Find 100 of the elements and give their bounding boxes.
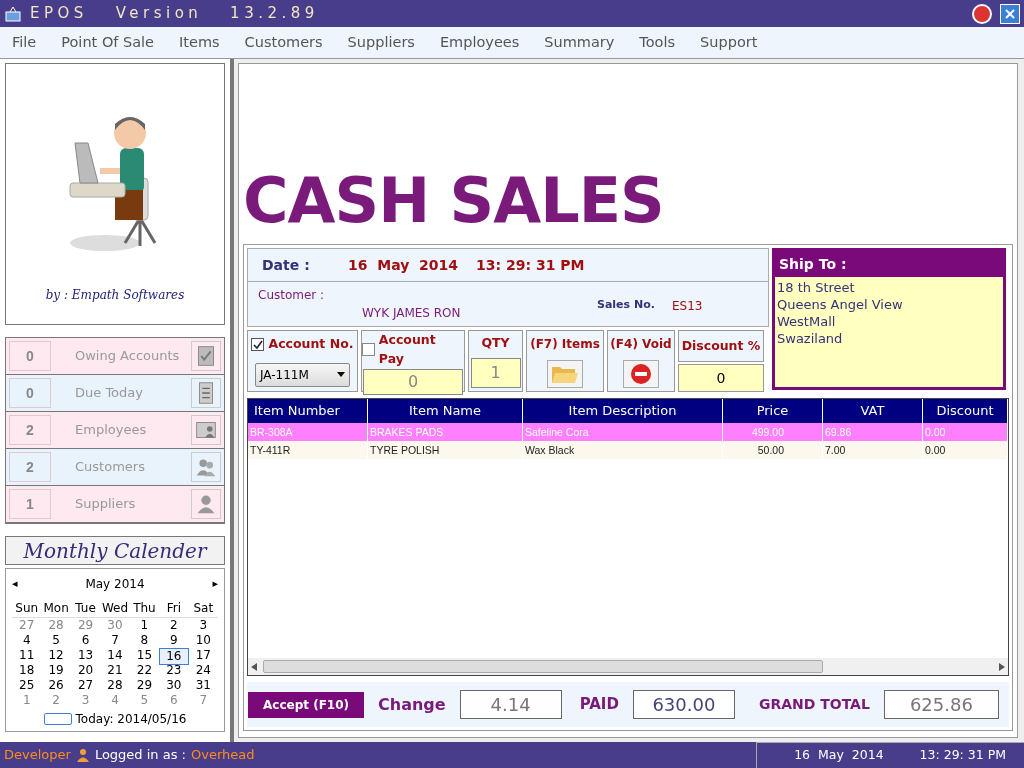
calendar-day[interactable]: 19	[41, 663, 71, 678]
weekday-label: Tue	[74, 600, 97, 617]
table-cell: 0.00	[923, 441, 1008, 459]
stat-count: 0	[9, 378, 51, 408]
status-time: 13: 29: 31 PM	[919, 746, 1006, 765]
time-value: 13: 29: 31 PM	[476, 255, 585, 275]
calendar-day[interactable]: 1	[12, 693, 42, 708]
logged-in-label: Logged in as :	[94, 746, 186, 765]
calendar-day[interactable]: 18	[12, 663, 42, 678]
calendar-day[interactable]: 8	[129, 633, 160, 648]
calendar-day[interactable]: 15	[129, 648, 160, 665]
table-cell: Wax Black	[523, 441, 723, 459]
calendar-day[interactable]: 30	[159, 678, 189, 693]
calendar-day[interactable]: 3	[70, 693, 101, 708]
calendar-day[interactable]: 4	[12, 633, 42, 648]
calendar-day[interactable]: 27	[12, 618, 42, 633]
discount-label: Discount %	[678, 330, 764, 362]
calendar-day[interactable]: 21	[100, 663, 130, 678]
stat-count: 1	[9, 489, 51, 519]
calendar-day[interactable]: 7	[100, 633, 130, 648]
role-text: Developer	[4, 746, 71, 765]
calendar-day[interactable]: 29	[70, 618, 101, 633]
account-pay-field[interactable]: 0	[363, 368, 463, 395]
previous-month-button[interactable]: ◂	[12, 575, 18, 593]
sales-number: ES13	[672, 298, 703, 315]
account-number-label: Account No.	[268, 335, 354, 354]
calendar-day[interactable]: 11	[12, 648, 42, 665]
calendar-title: Monthly Calender	[5, 536, 225, 565]
grand-total-field: 625.86	[883, 690, 999, 719]
customer-label: Customer :	[258, 287, 325, 304]
calendar-day[interactable]: 22	[129, 663, 160, 678]
calendar-day[interactable]: 23	[159, 663, 189, 678]
calendar-day[interactable]: 28	[41, 618, 71, 633]
qty-field[interactable]: 1	[470, 358, 521, 389]
void-label: (F4) Void	[610, 335, 672, 353]
calendar-day[interactable]: 3	[188, 618, 218, 633]
address-line: WestMall	[777, 313, 837, 330]
account-pay-label: Account Pay	[378, 331, 437, 368]
menu-item[interactable]: Employees	[434, 31, 525, 54]
menu-item[interactable]: Items	[174, 31, 225, 54]
calendar-day[interactable]: 12	[41, 648, 71, 665]
credit-text: by : Empath Softwares	[45, 287, 185, 304]
stat-label: Due Today	[74, 384, 144, 403]
calendar-day[interactable]: 27	[70, 678, 101, 693]
change-label: Change	[378, 693, 446, 716]
menu-item[interactable]: Support	[695, 31, 763, 54]
menu-item[interactable]: Point Of Sale	[56, 31, 160, 54]
calendar-day[interactable]: 31	[188, 678, 218, 693]
table-cell: 50.00	[723, 441, 823, 459]
discount-field[interactable]: 0	[678, 364, 764, 392]
account-number-dropdown[interactable]: JA-111M	[255, 362, 350, 387]
calendar-day[interactable]: 4	[100, 693, 130, 708]
stat-count: 2	[9, 452, 51, 482]
calendar-day[interactable]: 5	[41, 633, 71, 648]
calendar-day[interactable]: 25	[12, 678, 42, 693]
calendar-day[interactable]: 7	[188, 693, 218, 708]
calendar-day[interactable]: 10	[188, 633, 218, 648]
calendar-day[interactable]: 20	[70, 663, 101, 678]
paid-field[interactable]: 630.00	[632, 690, 735, 719]
weekday-label: Thu	[132, 600, 157, 617]
date-value: 16 May 2014	[348, 255, 460, 275]
calendar-day[interactable]: 9	[159, 633, 189, 648]
sales-number-label: Sales No.	[597, 297, 655, 313]
menu-item[interactable]: Customers	[239, 31, 328, 54]
next-month-button[interactable]: ▸	[212, 575, 218, 593]
status-date: 16 May 2014	[794, 746, 884, 765]
calendar-day[interactable]: 17	[188, 648, 218, 665]
calendar-day[interactable]: 16	[159, 648, 189, 665]
calendar-day[interactable]: 24	[188, 663, 218, 678]
calendar-day[interactable]: 2	[41, 693, 71, 708]
weekday-label: Mon	[42, 600, 70, 617]
menu-item[interactable]: Summary	[539, 31, 620, 54]
calendar-day[interactable]: 14	[100, 648, 130, 665]
menu-item[interactable]: Suppliers	[342, 31, 420, 54]
accept-button[interactable]: Accept (F10)	[248, 691, 364, 718]
stat-label: Owing Accounts	[74, 347, 181, 366]
today-link[interactable]: Today: 2014/05/16	[75, 710, 187, 728]
calendar-day[interactable]: 28	[100, 678, 130, 693]
menu-item[interactable]: Tools	[634, 31, 681, 54]
table-row[interactable]: TY-411R TYRE POLISH Wax Black 50.00 7.00 0.00	[248, 441, 1008, 459]
calendar-day[interactable]: 30	[100, 618, 130, 633]
calendar-day[interactable]: 13	[70, 648, 101, 665]
month-label: May 2014	[85, 576, 145, 593]
calendar-day[interactable]: 6	[70, 633, 101, 648]
stat-count: 2	[9, 415, 51, 445]
customer-name: WYK JAMES RON	[362, 305, 461, 322]
weekday-label: Sat	[192, 600, 215, 617]
calendar-day[interactable]: 6	[159, 693, 189, 708]
menu-item[interactable]: File	[7, 31, 42, 54]
calendar-day[interactable]: 5	[129, 693, 160, 708]
table-cell: TYRE POLISH	[368, 441, 523, 459]
calendar-day[interactable]: 1	[129, 618, 160, 633]
table-cell: 7.00	[823, 441, 923, 459]
change-field: 4.14	[459, 690, 562, 719]
date-label: Date :	[262, 255, 311, 275]
calendar-day[interactable]: 26	[41, 678, 71, 693]
window-title: EPOS Version 13.2.89	[30, 3, 320, 25]
calendar-day[interactable]: 29	[129, 678, 160, 693]
user-name: Overhead	[190, 746, 255, 765]
calendar-day[interactable]: 2	[159, 618, 189, 633]
